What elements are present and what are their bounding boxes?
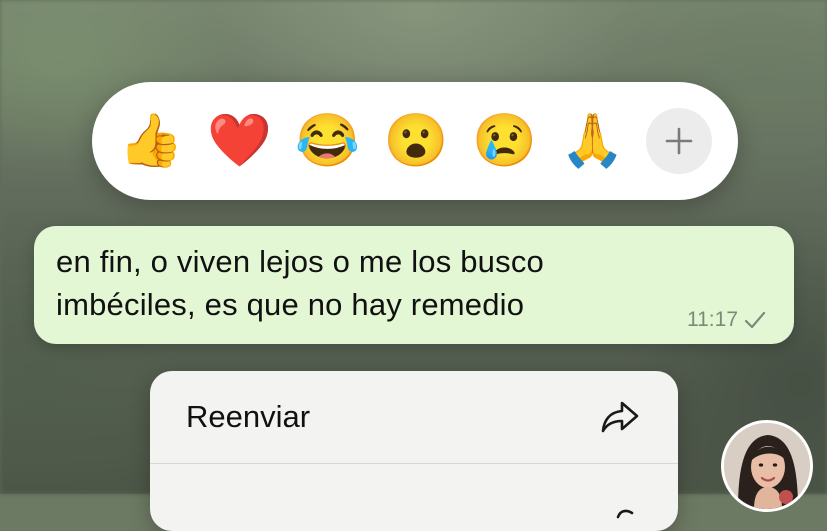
avatar[interactable] <box>721 420 813 512</box>
folded-hands-icon: 🙏 <box>560 112 626 170</box>
crying-face-icon: 😢 <box>471 112 537 170</box>
menu-item-label: Reenviar <box>186 399 311 434</box>
message-meta: 11:17 <box>687 308 766 332</box>
thumbs-up-icon: 👍 <box>118 112 184 170</box>
menu-item-forward[interactable]: Reenviar <box>150 371 678 464</box>
plus-icon <box>665 127 693 155</box>
message-text: en fin, o viven lejos o me los busco imb… <box>56 240 674 326</box>
message-timestamp: 11:17 <box>687 308 738 331</box>
partial-icon <box>616 509 634 519</box>
add-reaction-button[interactable] <box>645 108 712 174</box>
reaction-bar: 👍 ❤️ 😂 😮 😢 🙏 <box>92 82 738 200</box>
reaction-crying[interactable]: 😢 <box>469 106 539 176</box>
reaction-tears-of-joy[interactable]: 😂 <box>293 106 363 176</box>
reaction-surprised[interactable]: 😮 <box>381 106 451 176</box>
reaction-red-heart[interactable]: ❤️ <box>204 106 274 176</box>
menu-item-next[interactable] <box>150 464 678 531</box>
reaction-folded-hands[interactable]: 🙏 <box>558 106 628 176</box>
tears-of-joy-icon: 😂 <box>295 112 361 170</box>
message-line: en fin, o viven lejos o me los busco <box>56 244 544 279</box>
forward-arrow-icon <box>601 401 639 433</box>
single-check-icon <box>744 311 766 329</box>
reaction-thumbs-up[interactable]: 👍 <box>116 106 186 176</box>
surprised-face-icon: 😮 <box>383 112 449 170</box>
message-bubble[interactable]: en fin, o viven lejos o me los busco imb… <box>34 226 794 344</box>
red-heart-icon: ❤️ <box>206 112 272 170</box>
avatar-portrait-icon <box>724 423 810 509</box>
message-line: imbéciles, es que no hay remedio <box>56 287 525 322</box>
context-menu: Reenviar <box>150 371 678 531</box>
